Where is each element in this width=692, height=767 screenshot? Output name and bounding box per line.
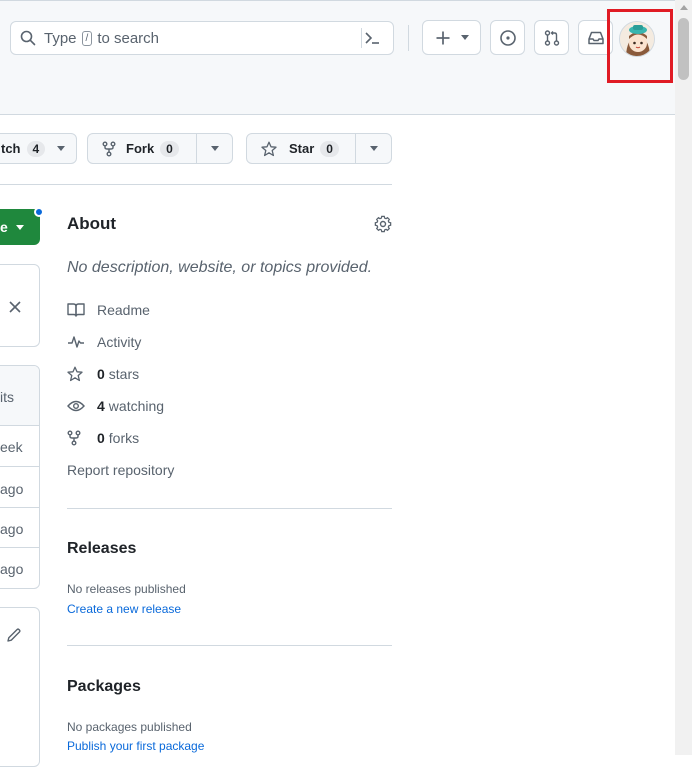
watch-count: 4 <box>26 140 46 157</box>
table-row: ago <box>0 561 24 577</box>
readme-label: Readme <box>97 302 150 318</box>
fork-label: Fork <box>126 141 155 156</box>
pencil-icon[interactable] <box>6 627 22 643</box>
star-divider <box>355 134 356 163</box>
close-icon[interactable] <box>9 301 21 313</box>
about-description: No description, website, or topics provi… <box>67 259 373 276</box>
packages-empty-text: No packages published <box>67 720 192 734</box>
forks-link[interactable]: 0 forks <box>67 430 139 446</box>
avatar-highlight <box>607 9 673 83</box>
forks-label: forks <box>108 430 140 446</box>
about-title: About <box>67 214 117 233</box>
book-icon <box>67 302 89 318</box>
fork-icon <box>102 141 116 157</box>
command-palette-icon[interactable] <box>363 29 381 51</box>
pull-requests-button[interactable] <box>534 20 569 55</box>
star-count: 0 <box>320 140 339 157</box>
fork-button[interactable]: Fork 0 <box>87 133 233 164</box>
star-icon <box>67 366 89 382</box>
row-divider <box>0 507 39 508</box>
code-label: e <box>0 219 8 235</box>
chevron-down-icon <box>57 146 66 151</box>
table-row: ago <box>0 481 24 497</box>
scroll-up-icon[interactable] <box>680 5 688 10</box>
watching-link[interactable]: 4 watching <box>67 398 164 414</box>
notification-dot <box>34 207 44 217</box>
readme-link[interactable]: Readme <box>67 302 150 318</box>
divider <box>67 645 392 646</box>
header-divider <box>408 25 409 51</box>
readme-box <box>0 607 40 767</box>
commits-link[interactable]: its <box>0 389 14 405</box>
search-divider <box>361 28 362 48</box>
fork-icon <box>67 430 89 446</box>
publish-package-link[interactable]: Publish your first package <box>67 739 204 753</box>
star-icon <box>261 141 277 157</box>
fork-divider <box>196 134 197 163</box>
search-input[interactable]: Type / to search <box>10 21 394 55</box>
eye-icon <box>67 398 89 414</box>
search-placeholder-suffix: to search <box>97 29 160 47</box>
inbox-icon <box>587 29 605 47</box>
packages-title[interactable]: Packages <box>67 678 141 696</box>
star-label: Star <box>289 141 315 156</box>
fork-count: 0 <box>160 140 179 157</box>
chevron-down-icon <box>15 224 24 230</box>
forks-count: 0 <box>97 430 105 446</box>
watching-count: 4 <box>97 398 105 414</box>
issues-button[interactable] <box>490 20 525 55</box>
watch-button[interactable]: tch 4 <box>0 133 77 164</box>
row-divider <box>0 466 39 467</box>
top-header: Type / to search <box>0 0 692 115</box>
watch-label: tch <box>1 141 21 156</box>
watching-label: watching <box>108 398 165 414</box>
avatar[interactable] <box>619 21 655 57</box>
star-button[interactable]: Star 0 <box>246 133 392 164</box>
stars-link[interactable]: 0 stars <box>67 366 139 382</box>
gear-icon[interactable] <box>374 215 392 238</box>
pulse-icon <box>67 334 89 350</box>
divider <box>0 184 392 185</box>
divider <box>67 508 392 509</box>
table-row: ago <box>0 521 24 537</box>
activity-link[interactable]: Activity <box>67 334 141 350</box>
page-scrollbar[interactable] <box>675 0 692 755</box>
plus-icon <box>435 30 451 46</box>
stars-count: 0 <box>97 366 105 382</box>
search-placeholder-prefix: Type <box>44 29 77 47</box>
row-divider <box>0 547 39 548</box>
create-release-link[interactable]: Create a new release <box>67 602 181 616</box>
table-row: eek <box>0 439 23 455</box>
banner-box <box>0 264 40 347</box>
chevron-down-icon[interactable] <box>370 146 378 151</box>
stars-label: stars <box>108 366 140 382</box>
search-icon <box>20 30 36 46</box>
search-shortcut-key: / <box>81 30 93 46</box>
pull-requests-icon <box>543 29 561 47</box>
chevron-down-icon <box>460 35 469 40</box>
create-new-button[interactable] <box>422 20 481 55</box>
issues-icon <box>499 29 517 47</box>
activity-label: Activity <box>97 334 142 350</box>
report-repository-link[interactable]: Report repository <box>67 462 174 478</box>
scrollbar-thumb[interactable] <box>678 18 689 80</box>
chevron-down-icon[interactable] <box>211 146 219 151</box>
releases-empty-text: No releases published <box>67 582 186 596</box>
releases-title[interactable]: Releases <box>67 540 136 558</box>
